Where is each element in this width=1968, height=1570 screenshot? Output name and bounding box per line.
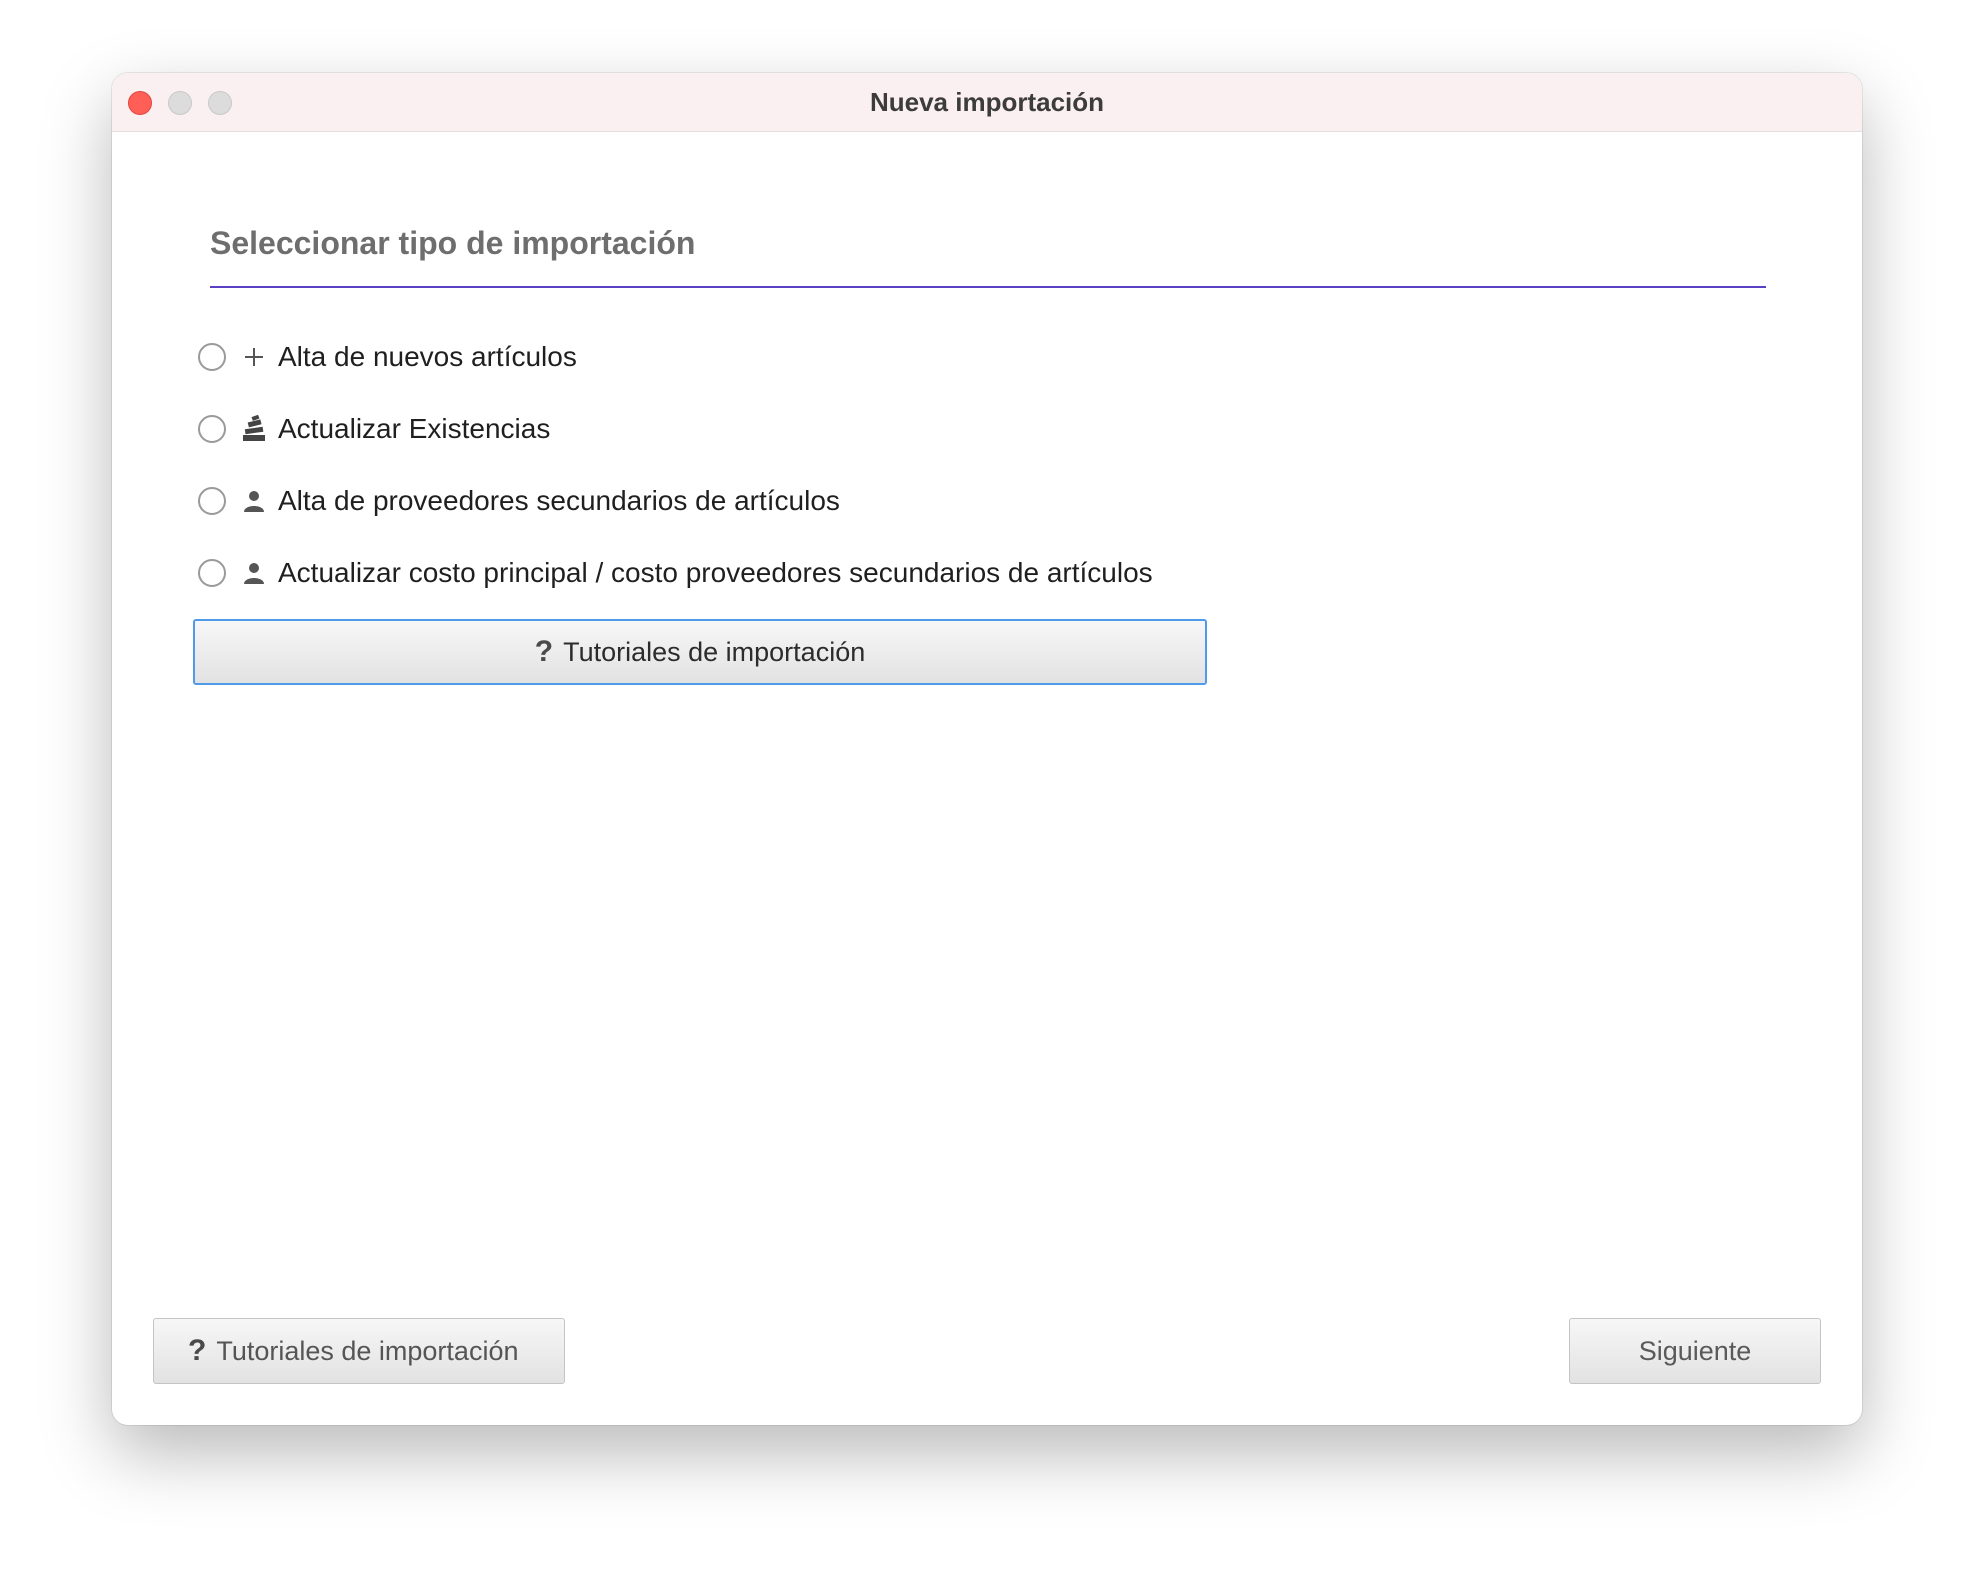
title-bar: Nueva importación <box>112 73 1862 132</box>
radio-button[interactable] <box>198 559 226 587</box>
option-alta-proveedores-secundarios[interactable]: Alta de proveedores secundarios de artíc… <box>198 481 840 521</box>
radio-button[interactable] <box>198 343 226 371</box>
question-mark-icon: ? <box>188 1334 207 1367</box>
import-dialog-window: Nueva importación Seleccionar tipo de im… <box>112 73 1862 1425</box>
section-divider <box>210 286 1766 288</box>
person-icon <box>240 559 268 587</box>
radio-button[interactable] <box>198 415 226 443</box>
option-label: Alta de proveedores secundarios de artíc… <box>278 485 840 516</box>
option-actualizar-costo-proveedores[interactable]: Actualizar costo principal / costo prove… <box>198 553 1153 593</box>
tutorial-button[interactable]: ? Tutoriales de importación <box>193 619 1207 685</box>
footer-tutorial-label: Tutoriales de importación <box>216 1335 519 1366</box>
window-title: Nueva importación <box>869 87 1105 117</box>
option-label: Alta de nuevos artículos <box>278 341 577 372</box>
option-actualizar-existencias[interactable]: Actualizar Existencias <box>198 409 550 449</box>
section-title: Seleccionar tipo de importación <box>210 225 696 261</box>
person-icon <box>240 487 268 515</box>
tutorial-button-label: Tutoriales de importación <box>563 636 866 667</box>
stacked-boxes-icon <box>240 415 268 443</box>
next-button[interactable]: Siguiente <box>1569 1318 1821 1384</box>
option-alta-nuevos-articulos[interactable]: Alta de nuevos artículos <box>198 337 577 377</box>
radio-button[interactable] <box>198 487 226 515</box>
plus-icon <box>240 343 268 371</box>
question-mark-icon: ? <box>534 635 554 668</box>
next-button-label: Siguiente <box>1638 1335 1752 1366</box>
footer-tutorial-button[interactable]: ? Tutoriales de importación <box>153 1318 565 1384</box>
option-label: Actualizar Existencias <box>278 413 551 444</box>
option-label: Actualizar costo principal / costo prove… <box>278 557 1153 588</box>
